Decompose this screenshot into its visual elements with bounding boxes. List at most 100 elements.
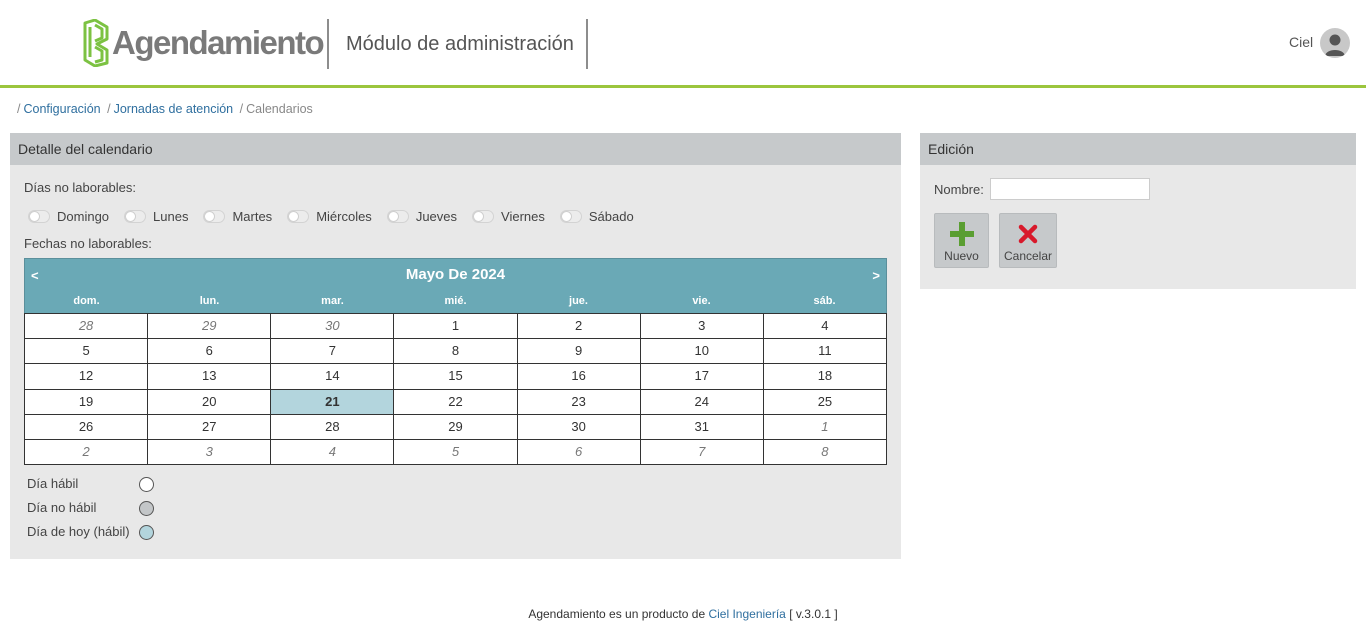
calendar-day-other-month[interactable]: 29 — [148, 314, 272, 340]
footer-company-link[interactable]: Ciel Ingeniería — [708, 607, 785, 621]
calendar-day[interactable]: 11 — [763, 339, 887, 365]
nombre-input[interactable] — [990, 178, 1150, 200]
toggle-switch[interactable] — [559, 210, 582, 223]
toggle-switch[interactable] — [203, 210, 226, 223]
legend-label: Día hábil — [27, 476, 79, 491]
calendar-day[interactable]: 18 — [763, 364, 887, 390]
weekday-label: dom. — [73, 295, 100, 307]
toggle-switch[interactable] — [124, 210, 147, 223]
calendar-day[interactable]: 27 — [148, 414, 272, 440]
legend-label: Día de hoy (hábil) — [27, 524, 130, 539]
toggle-sabado[interactable]: Sábado — [559, 209, 634, 224]
edit-panel: Edición Nombre: Nuevo Cancelar — [920, 133, 1356, 289]
calendar-day[interactable]: 30 — [517, 414, 641, 440]
calendar-day[interactable]: 15 — [394, 364, 518, 390]
calendar-day[interactable]: 1 — [394, 314, 518, 340]
toggle-label: Jueves — [415, 209, 458, 224]
calendar-detail-panel: Detalle del calendario Días no laborable… — [10, 133, 901, 559]
calendar: < Mayo De 2024 > dom. lun. mar. mié. jue… — [24, 258, 887, 466]
breadcrumb-configuracion[interactable]: Configuración — [23, 102, 100, 116]
calendar-day[interactable]: 24 — [640, 389, 764, 415]
day-toggles: Domingo Lunes Martes Miércoles Jueves Vi… — [28, 209, 649, 224]
calendar-day[interactable]: 8 — [394, 339, 518, 365]
toggle-jueves[interactable]: Jueves — [386, 209, 458, 224]
legend-label: Día no hábil — [27, 500, 97, 515]
calendar-day[interactable]: 7 — [271, 339, 395, 365]
calendar-day[interactable]: 4 — [763, 314, 887, 340]
breadcrumb-jornadas[interactable]: Jornadas de atención — [114, 102, 234, 116]
calendar-day-other-month[interactable]: 8 — [763, 439, 887, 466]
calendar-day[interactable]: 29 — [394, 414, 518, 440]
weekday-label: sáb. — [813, 295, 836, 307]
calendar-day-other-month[interactable]: 2 — [25, 439, 149, 466]
nuevo-button[interactable]: Nuevo — [934, 213, 989, 268]
footer-version: [ v.3.0.1 ] — [785, 607, 838, 621]
toggle-martes[interactable]: Martes — [203, 209, 272, 224]
calendar-day-other-month[interactable]: 7 — [640, 439, 764, 466]
toggle-viernes[interactable]: Viernes — [472, 209, 545, 224]
calendar-day-other-month[interactable]: 28 — [25, 314, 149, 340]
plus-icon — [949, 222, 974, 246]
breadcrumb-separator: / — [239, 102, 244, 116]
panel-title: Edición — [920, 133, 1356, 165]
toggle-switch[interactable] — [386, 210, 409, 223]
footer: Agendamiento es un producto de Ciel Inge… — [0, 607, 1366, 621]
calendar-day[interactable]: 26 — [25, 414, 149, 440]
nombre-label: Nombre: — [934, 182, 984, 197]
calendar-day[interactable]: 23 — [517, 389, 641, 415]
toggle-switch[interactable] — [472, 210, 495, 223]
agendamiento-logo[interactable]: Agendamiento — [82, 19, 325, 67]
calendar-header: < Mayo De 2024 > dom. lun. mar. mié. jue… — [24, 258, 887, 313]
calendar-day[interactable]: 2 — [517, 314, 641, 340]
user-name[interactable]: Ciel — [1289, 34, 1313, 50]
toggle-domingo[interactable]: Domingo — [28, 209, 109, 224]
calendar-day[interactable]: 19 — [25, 389, 149, 415]
logo-text: Agendamiento — [112, 24, 325, 61]
weekday-label: jue. — [569, 295, 588, 307]
toggle-label: Domingo — [57, 209, 110, 224]
calendar-day-today[interactable]: 21 — [271, 389, 395, 415]
cancelar-button[interactable]: Cancelar — [999, 213, 1057, 268]
calendar-day-other-month[interactable]: 4 — [271, 439, 395, 466]
nuevo-label: Nuevo — [944, 249, 979, 263]
toggle-switch[interactable] — [28, 210, 50, 223]
calendar-day[interactable]: 5 — [25, 339, 149, 365]
calendar-day[interactable]: 16 — [517, 364, 641, 390]
calendar-day[interactable]: 13 — [148, 364, 272, 390]
weekday-label: mar. — [321, 295, 344, 307]
calendar-day[interactable]: 10 — [640, 339, 764, 365]
calendar-day[interactable]: 3 — [640, 314, 764, 340]
breadcrumb: / Configuración / Jornadas de atención / Ca… — [14, 102, 313, 116]
calendar-day-other-month[interactable]: 3 — [148, 439, 272, 466]
calendar-next-button[interactable]: > — [872, 268, 880, 283]
calendar-day[interactable]: 28 — [271, 414, 395, 440]
toggle-label: Martes — [232, 209, 273, 224]
calendar-day[interactable]: 17 — [640, 364, 764, 390]
legend-swatch — [139, 525, 154, 540]
calendar-day-other-month[interactable]: 30 — [271, 314, 395, 340]
toggle-switch[interactable] — [287, 210, 310, 223]
breadcrumb-current: Calendarios — [246, 102, 313, 116]
calendar-day[interactable]: 25 — [763, 389, 887, 415]
logo-icon — [83, 19, 109, 67]
calendar-day[interactable]: 14 — [271, 364, 395, 390]
footer-text: Agendamiento es un producto de — [528, 607, 709, 621]
user-avatar-icon[interactable] — [1320, 28, 1350, 58]
calendar-day-other-month[interactable]: 5 — [394, 439, 518, 466]
weekday-label: lun. — [199, 295, 220, 307]
calendar-day[interactable]: 31 — [640, 414, 764, 440]
calendar-day[interactable]: 9 — [517, 339, 641, 365]
calendar-day-other-month[interactable]: 6 — [517, 439, 641, 466]
legend-item-hoy: Día de hoy (hábil) — [27, 524, 154, 548]
toggle-lunes[interactable]: Lunes — [124, 209, 188, 224]
toggle-miercoles[interactable]: Miércoles — [287, 209, 372, 224]
toggle-label: Viernes — [501, 209, 545, 224]
header-divider — [586, 19, 588, 69]
toggle-label: Miércoles — [316, 209, 372, 224]
legend-swatch — [139, 477, 154, 492]
calendar-day[interactable]: 12 — [25, 364, 149, 390]
calendar-day[interactable]: 20 — [148, 389, 272, 415]
calendar-day[interactable]: 22 — [394, 389, 518, 415]
calendar-day-other-month[interactable]: 1 — [763, 414, 887, 440]
calendar-day[interactable]: 6 — [148, 339, 272, 365]
